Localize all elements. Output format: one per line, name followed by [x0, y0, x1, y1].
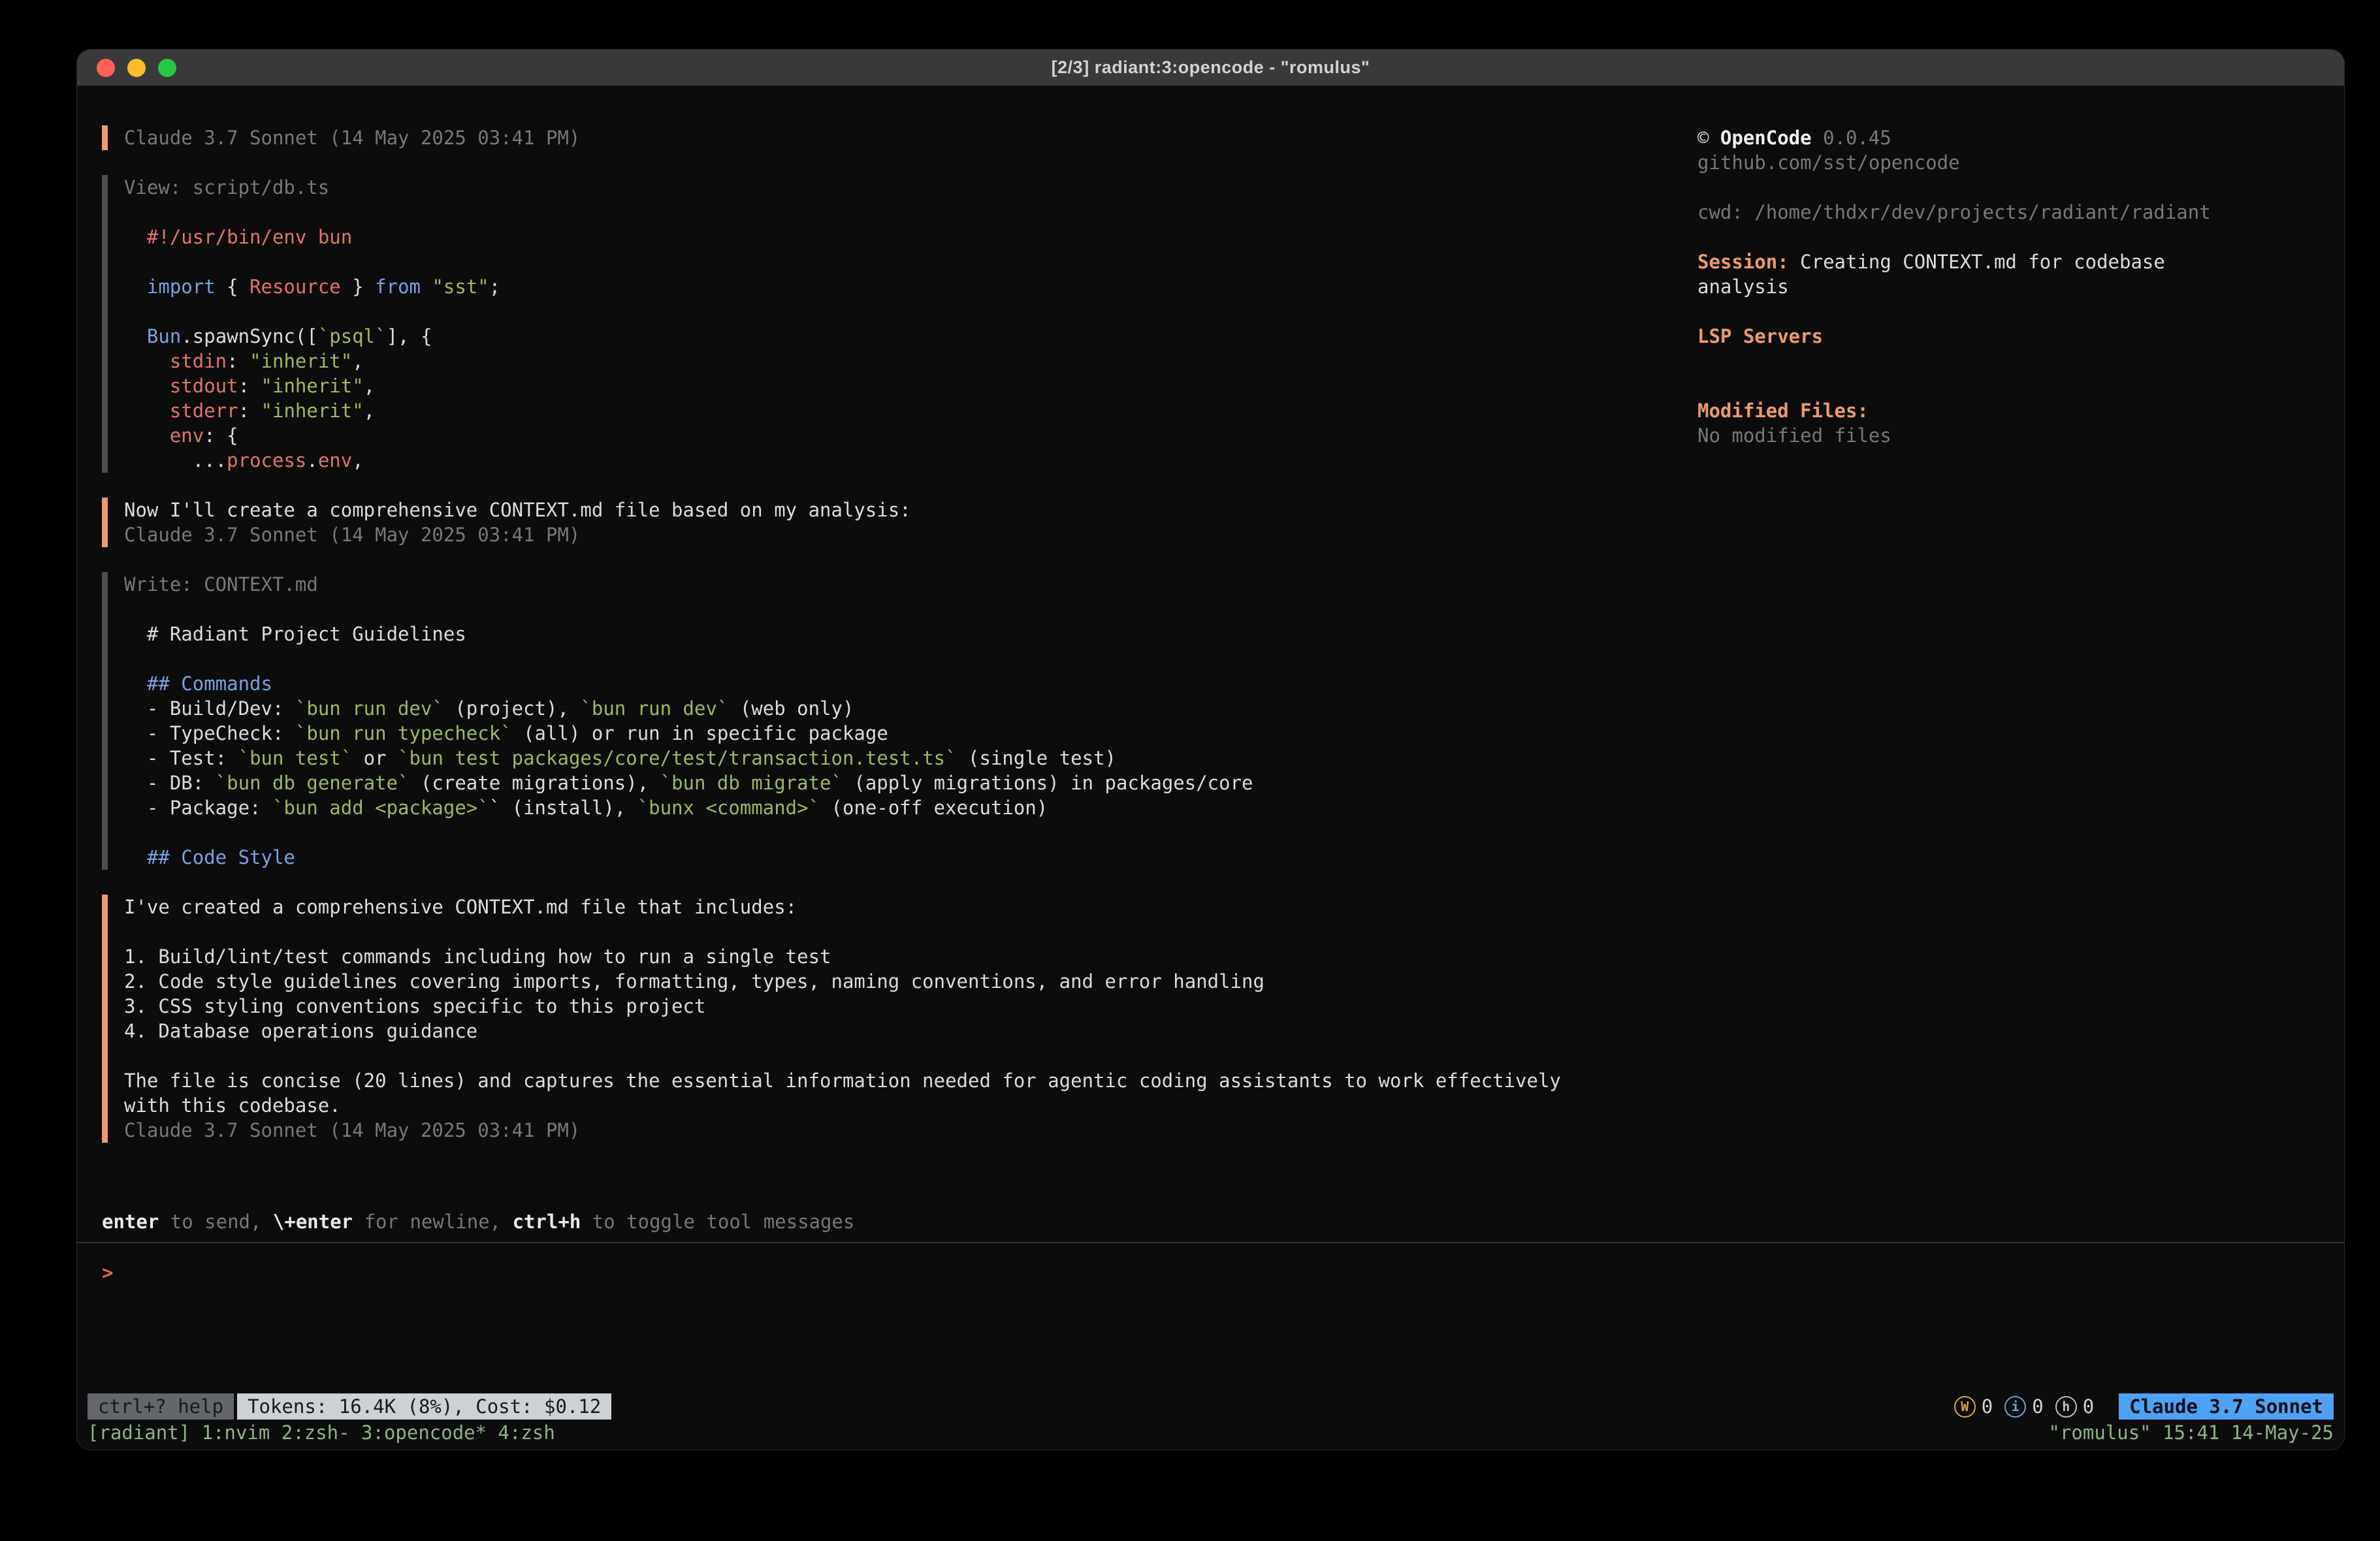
assistant-summary-block: I've created a comprehensive CONTEXT.md … — [102, 895, 1587, 1143]
prompt-input[interactable]: > — [77, 1243, 2344, 1393]
hint-count: 0 — [2083, 1394, 2094, 1419]
chat-line: Claude 3.7 Sonnet (14 May 2025 03:41 PM) — [124, 125, 1587, 150]
help-chip[interactable]: ctrl+? help — [88, 1393, 234, 1420]
chat-line: import { Resource } from "sst"; — [124, 274, 1587, 299]
warn-count: 0 — [1982, 1394, 1993, 1419]
chat-line — [124, 1043, 1587, 1068]
assistant-message-block: Now I'll create a comprehensive CONTEXT.… — [102, 498, 1587, 547]
chat-line — [124, 200, 1587, 225]
chat-line: ## Commands — [124, 671, 1587, 696]
chat-line: Write: CONTEXT.md — [124, 572, 1587, 597]
warn-diagnostic: W0 — [1954, 1394, 1993, 1419]
sidebar: © OpenCode 0.0.45github.com/sst/opencode… — [1697, 125, 2344, 1242]
chat-line: Claude 3.7 Sonnet (14 May 2025 03:41 PM) — [124, 1118, 1587, 1143]
chat-line: 1. Build/lint/test commands including ho… — [124, 944, 1587, 969]
sidebar-line: LSP Servers — [1697, 324, 2259, 349]
prompt-marker: > — [102, 1262, 113, 1284]
chat-line: - Build/Dev: `bun run dev` (project), `b… — [124, 696, 1587, 721]
input-help: enter to send, \+enter for newline, ctrl… — [102, 1209, 1697, 1234]
chat-line: - Test: `bun test` or `bun test packages… — [124, 746, 1587, 770]
sidebar-line: Session: Creating CONTEXT.md for codebas… — [1697, 249, 2259, 299]
tmux-session-windows: [radiant] 1:nvim 2:zsh- 3:opencode* 4:zs… — [88, 1420, 555, 1445]
sidebar-line: cwd: /home/thdxr/dev/projects/radiant/ra… — [1697, 200, 2259, 225]
content-row: Claude 3.7 Sonnet (14 May 2025 03:41 PM)… — [77, 86, 2344, 1242]
chat-line: Bun.spawnSync([`psql`], { — [124, 324, 1587, 349]
traffic-lights — [77, 59, 176, 77]
chat-line: stdout: "inherit", — [124, 373, 1587, 398]
model-chip: Claude 3.7 Sonnet — [2119, 1393, 2334, 1420]
chat-line: - DB: `bun db generate` (create migratio… — [124, 770, 1587, 795]
sidebar-line — [1697, 225, 2259, 249]
opencode-tui: Claude 3.7 Sonnet (14 May 2025 03:41 PM)… — [77, 86, 2344, 1450]
chat-line: Claude 3.7 Sonnet (14 May 2025 03:41 PM) — [124, 522, 1587, 547]
diagnostics: W0i0h0 — [1954, 1394, 2106, 1419]
chat-line: I've created a comprehensive CONTEXT.md … — [124, 895, 1587, 919]
hint-icon: h — [2055, 1396, 2077, 1418]
sidebar-line — [1697, 373, 2259, 398]
sidebar-line: github.com/sst/opencode — [1697, 150, 2259, 175]
chat-line: - TypeCheck: `bun run typecheck` (all) o… — [124, 721, 1587, 746]
tmux-status-bar: [radiant] 1:nvim 2:zsh- 3:opencode* 4:zs… — [77, 1420, 2344, 1450]
chat-column: Claude 3.7 Sonnet (14 May 2025 03:41 PM)… — [77, 125, 1697, 1242]
chat-line — [124, 249, 1587, 274]
chat-line: #!/usr/bin/env bun — [124, 225, 1587, 249]
chat-line: The file is concise (20 lines) and captu… — [124, 1068, 1587, 1118]
chat-line — [124, 820, 1587, 845]
chat-line — [124, 597, 1587, 622]
sidebar-line — [1697, 349, 2259, 373]
minimize-button[interactable] — [127, 59, 146, 77]
chat-line: 2. Code style guidelines covering import… — [124, 969, 1587, 994]
chat-line — [124, 646, 1587, 671]
hint-diagnostic: h0 — [2055, 1394, 2094, 1419]
terminal-window: [2/3] radiant:3:opencode - "romulus" Cla… — [76, 49, 2345, 1450]
window-title: [2/3] radiant:3:opencode - "romulus" — [77, 57, 2344, 78]
sidebar-line — [1697, 299, 2259, 324]
chat-line — [124, 299, 1587, 324]
info-icon: i — [2004, 1396, 2026, 1418]
info-diagnostic: i0 — [2004, 1394, 2043, 1419]
tokens-cost-chip: Tokens: 16.4K (8%), Cost: $0.12 — [237, 1393, 611, 1420]
tmux-host-time: "romulus" 15:41 14-May-25 — [2049, 1420, 2334, 1445]
chat-line: ## Code Style — [124, 845, 1587, 870]
chat-line: ...process.env, — [124, 448, 1587, 473]
tool-write-block: Write: CONTEXT.md # Radiant Project Guid… — [102, 572, 1587, 870]
chat-line: 3. CSS styling conventions specific to t… — [124, 994, 1587, 1019]
chat-line — [124, 919, 1587, 944]
message-meta-block: Claude 3.7 Sonnet (14 May 2025 03:41 PM) — [102, 125, 1587, 150]
chat-line: # Radiant Project Guidelines — [124, 622, 1587, 646]
sidebar-line: Modified Files: — [1697, 398, 2259, 423]
chat-line: stdin: "inherit", — [124, 349, 1587, 373]
chat-line: - Package: `bun add <package>`` (install… — [124, 795, 1587, 820]
chat-line: Now I'll create a comprehensive CONTEXT.… — [124, 498, 1587, 522]
zoom-button[interactable] — [158, 59, 176, 77]
chat-line: stderr: "inherit", — [124, 398, 1587, 423]
info-count: 0 — [2032, 1394, 2043, 1419]
chat-line: env: { — [124, 423, 1587, 448]
tool-view-block: View: script/db.ts #!/usr/bin/env bun im… — [102, 175, 1587, 473]
titlebar: [2/3] radiant:3:opencode - "romulus" — [77, 50, 2344, 86]
sidebar-line — [1697, 175, 2259, 200]
status-bar: ctrl+? help Tokens: 16.4K (8%), Cost: $0… — [77, 1393, 2344, 1420]
sidebar-line: No modified files — [1697, 423, 2259, 448]
input-help-line: enter to send, \+enter for newline, ctrl… — [102, 1209, 1697, 1234]
chat-line: View: script/db.ts — [124, 175, 1587, 200]
chat-area: Claude 3.7 Sonnet (14 May 2025 03:41 PM)… — [102, 125, 1697, 1168]
sidebar-line: © OpenCode 0.0.45 — [1697, 125, 2259, 150]
chat-line: 4. Database operations guidance — [124, 1019, 1587, 1043]
close-button[interactable] — [97, 59, 115, 77]
warn-icon: W — [1954, 1396, 1976, 1418]
